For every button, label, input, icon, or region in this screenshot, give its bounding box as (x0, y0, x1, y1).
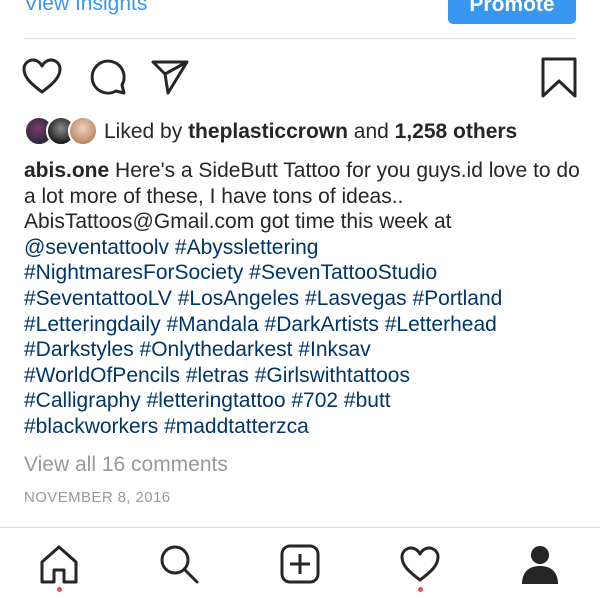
search-icon[interactable] (157, 542, 201, 586)
likes-conjunction: and (353, 120, 389, 143)
post-caption: abis.one Here's a SideButt Tattoo for yo… (24, 158, 584, 440)
hashtag-link[interactable]: #NightmaresForSociety (24, 261, 243, 284)
hashtag-link[interactable]: #Lasvegas (305, 287, 407, 310)
hashtag-link[interactable]: #maddtatterzca (164, 415, 309, 438)
hashtag-link[interactable]: #DarkArtists (265, 313, 379, 336)
new-post-icon[interactable] (278, 542, 322, 586)
hashtag-link[interactable]: #Abysslettering (175, 236, 319, 259)
likes-count[interactable]: 1,258 others (395, 120, 518, 143)
bottom-nav (0, 528, 600, 600)
view-all-comments-link[interactable]: View all 16 comments (24, 452, 228, 478)
hashtag-link[interactable]: #WorldOfPencils (24, 364, 180, 387)
activity-notification-dot (418, 587, 423, 592)
hashtag-link[interactable]: #Inksav (298, 338, 370, 361)
likes-row: Liked by theplasticcrown and 1,258 other… (24, 116, 584, 148)
hashtag-link[interactable]: #702 (291, 389, 338, 412)
hashtag-link[interactable]: #Calligraphy (24, 389, 141, 412)
hashtag-link[interactable]: #Girlswithtattoos (255, 364, 410, 387)
hashtag-link[interactable]: #Mandala (166, 313, 258, 336)
hashtag-link[interactable]: #letras (186, 364, 249, 387)
hashtag-link[interactable]: #Darkstyles (24, 338, 134, 361)
post-date: NOVEMBER 8, 2016 (24, 489, 171, 506)
promote-button[interactable]: Promote (448, 0, 576, 24)
heart-icon[interactable] (20, 55, 64, 99)
bookmark-icon[interactable] (537, 55, 581, 99)
home-icon[interactable] (37, 542, 81, 586)
hashtag-link[interactable]: #Letterhead (385, 313, 497, 336)
hashtag-link[interactable]: #butt (344, 389, 391, 412)
mention-link[interactable]: @seventattoolv (24, 236, 169, 259)
divider (24, 38, 576, 39)
home-notification-dot (57, 587, 62, 592)
hashtag-link[interactable]: #Letteringdaily (24, 313, 161, 336)
hashtag-link[interactable]: #Portland (412, 287, 502, 310)
comment-icon[interactable] (86, 55, 130, 99)
hashtag-link[interactable]: #LosAngeles (178, 287, 299, 310)
likes-prefix: Liked by (104, 120, 183, 143)
caption-username[interactable]: abis.one (24, 159, 109, 182)
activity-icon[interactable] (398, 542, 442, 586)
liker-avatars[interactable] (24, 116, 100, 146)
liker-username[interactable]: theplasticcrown (188, 120, 348, 143)
hashtag-link[interactable]: #SeventattooLV (24, 287, 172, 310)
hashtag-link[interactable]: #SevenTattooStudio (249, 261, 437, 284)
share-icon[interactable] (148, 55, 192, 99)
avatar (68, 116, 98, 146)
profile-icon[interactable] (518, 542, 562, 586)
hashtag-link[interactable]: #blackworkers (24, 415, 158, 438)
likes-text[interactable]: Liked by theplasticcrown and 1,258 other… (104, 119, 517, 145)
hashtag-link[interactable]: #Onlythedarkest (140, 338, 293, 361)
insights-row: View Insights Promote (0, 0, 600, 38)
hashtag-link[interactable]: #letteringtattoo (147, 389, 286, 412)
view-insights-link[interactable]: View Insights (24, 0, 147, 17)
action-bar (0, 55, 600, 105)
